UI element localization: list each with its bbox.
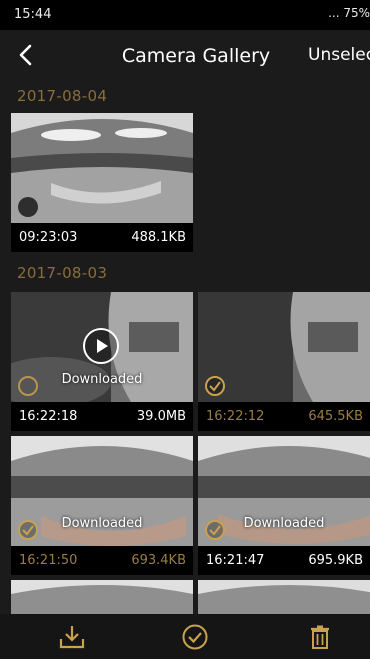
item-time: 16:22:12 bbox=[206, 409, 265, 424]
select-all-button[interactable] bbox=[180, 622, 210, 652]
item-size: 695.9KB bbox=[308, 553, 363, 568]
select-indicator[interactable] bbox=[205, 520, 225, 540]
item-caption: 16:21:50 693.4KB bbox=[11, 546, 193, 575]
play-icon bbox=[97, 339, 108, 353]
unselect-button[interactable]: Unselect bbox=[308, 45, 370, 65]
select-indicator[interactable] bbox=[18, 376, 38, 396]
gallery-item[interactable]: Downloaded 16:21:50 693.4KB bbox=[11, 436, 193, 575]
thumbnail-image bbox=[198, 580, 370, 614]
gallery-item[interactable]: Downloaded 16:21:47 695.9KB bbox=[198, 436, 370, 575]
date-header: 2017-08-04 bbox=[17, 87, 108, 105]
bottom-toolbar bbox=[0, 614, 370, 659]
gallery-item[interactable]: Downloaded 16:22:18 39.0MB bbox=[11, 292, 193, 431]
gallery-item[interactable]: 09:23:03 488.1KB bbox=[11, 113, 193, 252]
top-bar: Camera Gallery Unselect bbox=[0, 30, 370, 80]
select-indicator[interactable] bbox=[18, 520, 38, 540]
item-caption: 16:21:47 695.9KB bbox=[198, 546, 370, 575]
thumbnail-image bbox=[11, 580, 193, 614]
check-circle-icon bbox=[182, 624, 208, 650]
check-icon bbox=[209, 525, 221, 536]
item-size: 645.5KB bbox=[308, 409, 363, 424]
gallery-item[interactable]: 16:22:12 645.5KB bbox=[198, 292, 370, 431]
item-time: 09:23:03 bbox=[19, 230, 78, 245]
item-size: 693.4KB bbox=[131, 553, 186, 568]
downloaded-label: Downloaded bbox=[61, 372, 143, 387]
gallery-item[interactable] bbox=[198, 580, 370, 614]
item-time: 16:21:50 bbox=[19, 553, 78, 568]
status-time: 15:44 bbox=[14, 7, 52, 22]
check-icon bbox=[22, 525, 34, 536]
play-button[interactable] bbox=[83, 328, 119, 364]
download-button[interactable] bbox=[57, 622, 87, 652]
item-caption: 16:22:12 645.5KB bbox=[198, 402, 370, 431]
downloaded-label: Downloaded bbox=[61, 516, 143, 531]
item-time: 16:21:47 bbox=[206, 553, 265, 568]
delete-button[interactable] bbox=[305, 622, 335, 652]
select-indicator[interactable] bbox=[18, 197, 38, 217]
trash-icon bbox=[311, 625, 329, 649]
date-header: 2017-08-03 bbox=[17, 264, 108, 282]
thumbnail-image bbox=[11, 113, 193, 223]
check-icon bbox=[209, 381, 221, 392]
select-indicator[interactable] bbox=[205, 376, 225, 396]
item-caption: 09:23:03 488.1KB bbox=[11, 223, 193, 252]
download-icon bbox=[59, 626, 85, 649]
status-right-text: ... 75% bbox=[328, 6, 370, 20]
item-size: 488.1KB bbox=[131, 230, 186, 245]
gallery-item[interactable] bbox=[11, 580, 193, 614]
item-time: 16:22:18 bbox=[19, 409, 78, 424]
item-size: 39.0MB bbox=[136, 409, 186, 424]
status-bar: 15:44 ... 75% bbox=[0, 0, 370, 30]
status-icons: ... 75% bbox=[328, 6, 370, 20]
item-caption: 16:22:18 39.0MB bbox=[11, 402, 193, 431]
